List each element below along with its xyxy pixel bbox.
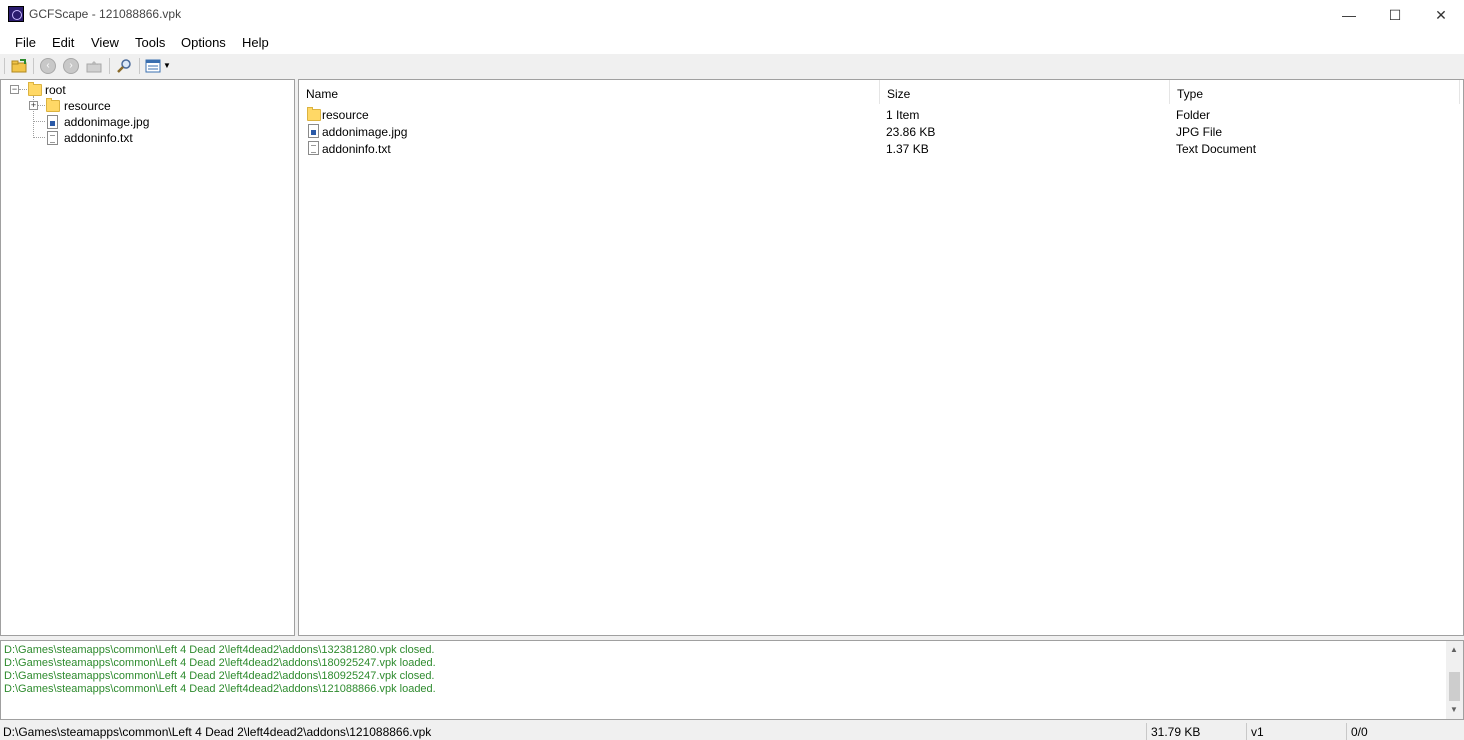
scrollbar-thumb[interactable] — [1449, 672, 1460, 701]
list-cell-type: Text Document — [1176, 142, 1257, 156]
tree-connector — [34, 137, 45, 139]
list-cell-size: 1 Item — [886, 108, 920, 122]
list-cell-size: 23.86 KB — [886, 125, 936, 139]
toolbar-separator — [109, 58, 110, 74]
status-divider — [1346, 723, 1347, 740]
menu-tools[interactable]: Tools — [135, 35, 165, 50]
log-line: D:\Games\steamapps\common\Left 4 Dead 2\… — [4, 657, 436, 669]
gcfscape-app-icon — [8, 6, 24, 22]
status-bar: D:\Games\steamapps\common\Left 4 Dead 2\… — [0, 722, 1464, 740]
tree-connector — [19, 89, 27, 91]
log-line: D:\Games\steamapps\common\Left 4 Dead 2\… — [4, 644, 435, 656]
toolbar-separator — [33, 58, 34, 74]
folder-tree[interactable]: − root + resource addonimage.jpg addonin… — [0, 79, 295, 636]
menu-edit[interactable]: Edit — [52, 35, 74, 50]
log-console[interactable]: D:\Games\steamapps\common\Left 4 Dead 2\… — [0, 640, 1464, 720]
tree-item-label: addoninfo.txt — [64, 131, 133, 145]
list-cell-name: addonimage.jpg — [322, 125, 408, 139]
log-line: D:\Games\steamapps\common\Left 4 Dead 2\… — [4, 670, 435, 682]
list-cell-name: addoninfo.txt — [322, 142, 391, 156]
collapse-icon[interactable]: − — [10, 85, 19, 94]
status-version: v1 — [1251, 725, 1264, 739]
view-mode-icon[interactable] — [145, 58, 161, 74]
expand-icon[interactable]: + — [29, 101, 38, 110]
maximize-button[interactable]: ☐ — [1372, 0, 1418, 30]
column-header-name[interactable]: Name — [299, 80, 879, 104]
list-row-resource[interactable]: resource 1 Item Folder — [299, 106, 1463, 123]
text-file-icon — [308, 141, 319, 155]
title-bar: GCFScape - 121088866.vpk — ☐ ✕ — [0, 0, 1464, 30]
tree-connector — [34, 121, 45, 123]
text-file-icon — [47, 131, 58, 145]
list-cell-type: JPG File — [1176, 125, 1223, 139]
list-row-addonimage[interactable]: addonimage.jpg 23.86 KB JPG File — [299, 123, 1463, 140]
column-header-label: Type — [1177, 87, 1204, 101]
log-line: D:\Games\steamapps\common\Left 4 Dead 2\… — [4, 683, 436, 695]
minimize-button[interactable]: — — [1326, 0, 1372, 30]
menu-view[interactable]: View — [91, 35, 119, 50]
folder-icon — [28, 82, 42, 96]
menu-file[interactable]: File — [15, 35, 36, 50]
scroll-up-icon[interactable]: ▲ — [1450, 645, 1458, 654]
column-header-size[interactable]: Size — [880, 80, 1169, 104]
menu-help[interactable]: Help — [242, 35, 269, 50]
back-arrow-icon[interactable]: ‹ — [40, 58, 56, 74]
list-cell-name: resource — [322, 108, 369, 122]
status-path: D:\Games\steamapps\common\Left 4 Dead 2\… — [3, 725, 432, 739]
tree-connector — [38, 105, 45, 107]
toolbar: ‹ › ▼ — [0, 54, 1464, 78]
list-cell-type: Folder — [1176, 108, 1211, 122]
image-file-icon — [47, 115, 58, 129]
find-icon[interactable] — [116, 58, 132, 74]
status-divider — [1246, 723, 1247, 740]
scroll-down-icon[interactable]: ▼ — [1450, 705, 1458, 714]
close-button[interactable]: ✕ — [1418, 0, 1464, 30]
column-header-type[interactable]: Type — [1170, 80, 1459, 104]
view-mode-dropdown-icon[interactable]: ▼ — [163, 58, 171, 74]
tree-item-label: root — [45, 83, 66, 97]
tree-item-label: resource — [64, 99, 111, 113]
open-folder-icon[interactable] — [11, 58, 27, 74]
log-scrollbar[interactable]: ▲ ▼ — [1446, 641, 1463, 719]
list-cell-size: 1.37 KB — [886, 142, 929, 156]
window-title: GCFScape - 121088866.vpk — [29, 7, 182, 21]
menu-options[interactable]: Options — [181, 35, 226, 50]
folder-icon — [46, 98, 60, 112]
image-file-icon — [308, 124, 319, 138]
status-divider — [1146, 723, 1147, 740]
file-list[interactable]: Name Size Type resource 1 Item Folder ad… — [298, 79, 1464, 636]
up-folder-icon[interactable] — [86, 58, 102, 74]
forward-arrow-icon[interactable]: › — [63, 58, 79, 74]
column-header-label: Size — [887, 87, 911, 101]
tree-item-label: addonimage.jpg — [64, 115, 150, 129]
list-row-addoninfo[interactable]: addoninfo.txt 1.37 KB Text Document — [299, 140, 1463, 157]
folder-icon — [307, 107, 321, 121]
toolbar-separator — [139, 58, 140, 74]
status-size: 31.79 KB — [1151, 725, 1201, 739]
status-count: 0/0 — [1351, 725, 1368, 739]
toolbar-grip — [4, 58, 5, 74]
column-divider[interactable] — [1459, 80, 1460, 104]
menu-bar: File Edit View Tools Options Help — [0, 30, 1464, 54]
column-header-label: Name — [306, 87, 339, 101]
